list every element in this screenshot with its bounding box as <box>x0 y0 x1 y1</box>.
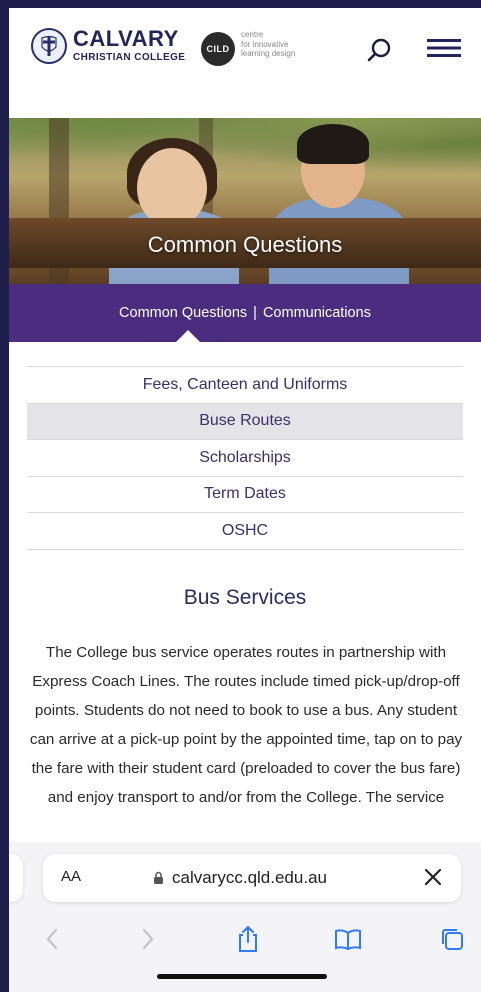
url-text: calvarycc.qld.edu.au <box>172 868 327 887</box>
cild-line: centre <box>241 30 264 39</box>
previous-tab-peek[interactable] <box>9 854 23 902</box>
bookmarks-icon <box>335 929 361 951</box>
search-button[interactable] <box>364 36 394 66</box>
home-indicator[interactable] <box>157 974 327 979</box>
cild-line: for innovative <box>241 39 289 49</box>
section-body-text: The College bus service operates routes … <box>29 644 463 806</box>
active-indicator-notch <box>176 330 200 342</box>
subnav-communications[interactable]: Communications <box>263 305 371 321</box>
forward-button[interactable] <box>133 924 163 954</box>
browser-chrome: AA calvarycc.qld.edu.au <box>9 842 481 992</box>
cild-line: learning design <box>241 49 296 58</box>
forward-arrow-icon <box>142 928 154 950</box>
link-scholarships[interactable]: Scholarships <box>27 440 463 477</box>
share-button[interactable] <box>233 924 263 954</box>
search-icon <box>367 38 391 62</box>
sub-navigation: Common Questions | Communications <box>9 284 481 342</box>
tabs-icon <box>442 929 463 950</box>
section-title: Bus Services <box>183 586 307 609</box>
link-bus-routes[interactable]: Buse Routes <box>27 403 463 440</box>
close-button[interactable] <box>421 865 445 889</box>
hamburger-icon <box>427 39 461 57</box>
address-bar[interactable]: AA calvarycc.qld.edu.au <box>43 854 461 902</box>
subnav-common-questions[interactable]: Common Questions <box>119 305 247 321</box>
cild-tagline: centre for innovative learning design <box>241 30 295 59</box>
brand-subtitle: CHRISTIAN COLLEGE <box>73 52 186 63</box>
link-oshc[interactable]: OSHC <box>27 513 463 550</box>
back-arrow-icon <box>46 928 58 950</box>
hero-child-girl-face <box>137 148 207 228</box>
site-header: CALVARY CHRISTIAN COLLEGE CILD centre fo… <box>9 8 481 118</box>
bookmarks-button[interactable] <box>333 924 363 954</box>
url-display[interactable]: calvarycc.qld.edu.au <box>153 868 327 888</box>
web-page: CALVARY CHRISTIAN COLLEGE CILD centre fo… <box>9 8 481 992</box>
share-icon <box>239 925 257 952</box>
hero-child-boy-hair <box>297 124 369 164</box>
question-link-list: Fees, Canteen and Uniforms Buse Routes S… <box>27 366 463 550</box>
link-term-dates[interactable]: Term Dates <box>27 477 463 513</box>
link-fees-canteen-uniforms[interactable]: Fees, Canteen and Uniforms <box>27 367 463 404</box>
lock-icon <box>154 871 163 884</box>
subnav-separator: | <box>253 305 257 321</box>
brand-name[interactable]: CALVARY <box>73 26 179 52</box>
hero-foliage <box>9 118 481 178</box>
close-icon <box>424 868 442 886</box>
reader-settings-button[interactable]: AA <box>61 868 81 885</box>
hero-banner: Common Questions <box>9 118 481 284</box>
menu-button[interactable] <box>425 36 463 60</box>
cild-logo[interactable]: CILD <box>201 32 235 66</box>
hero-title: Common Questions <box>147 232 343 257</box>
back-button[interactable] <box>37 924 67 954</box>
calvary-crest-logo[interactable] <box>31 28 67 64</box>
tabs-button[interactable] <box>437 924 467 954</box>
